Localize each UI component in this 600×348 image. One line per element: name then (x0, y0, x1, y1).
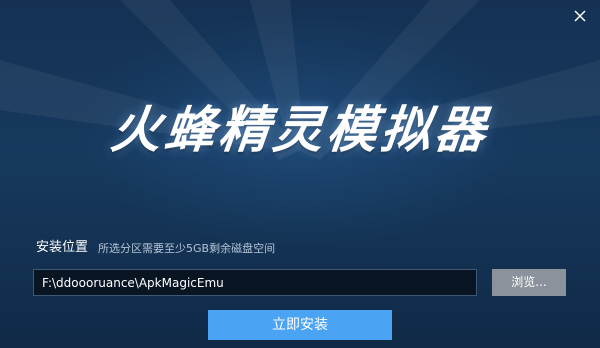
install-now-button[interactable]: 立即安装 (208, 310, 392, 340)
installer-window: 火蜂精灵模拟器 安装位置 所选分区需要至少5GB剩余磁盘空间 浏览... 立即安… (0, 0, 600, 348)
hero-banner: 火蜂精灵模拟器 (0, 100, 600, 160)
browse-button[interactable]: 浏览... (492, 269, 566, 296)
disk-space-hint: 所选分区需要至少5GB剩余磁盘空间 (98, 242, 276, 255)
install-path-input[interactable] (33, 269, 477, 296)
install-location-label: 安装位置 (36, 240, 89, 255)
close-button[interactable] (570, 6, 590, 26)
app-title: 火蜂精灵模拟器 (107, 101, 493, 159)
close-icon (574, 10, 586, 22)
